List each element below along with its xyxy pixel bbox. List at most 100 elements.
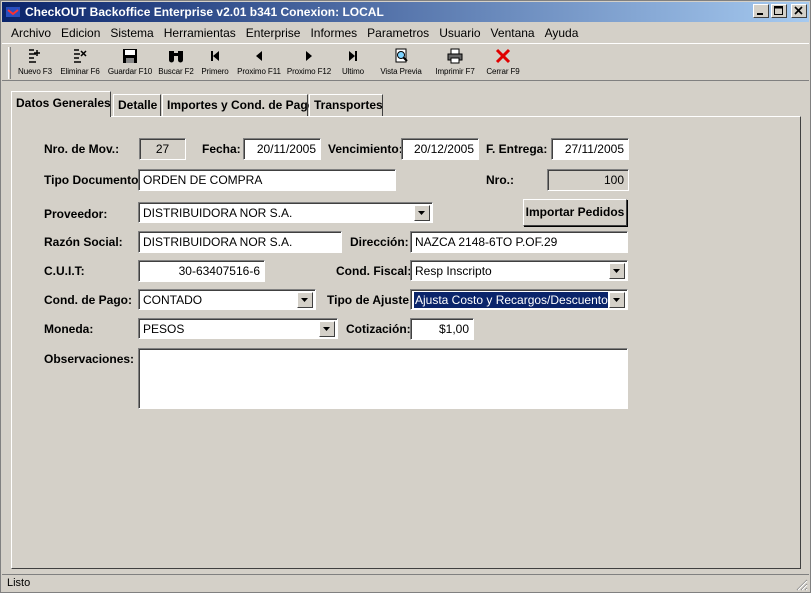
tipo-ajuste-label: Tipo de Ajuste: — [327, 293, 414, 307]
save-label: Guardar F10 — [107, 67, 153, 76]
cuit-field[interactable]: 30-63407516-6 — [138, 260, 265, 282]
fecha-entrega-label: F. Entrega: — [486, 142, 548, 156]
printer-icon — [447, 48, 463, 64]
window-title: CheckOUT Backoffice Enterprise v2.01 b34… — [25, 5, 384, 19]
direccion-field[interactable]: NAZCA 2148-6TO P.OF.29 — [410, 231, 628, 253]
tab-transportes[interactable]: Transportes — [309, 94, 383, 116]
status-text: Listo — [7, 577, 31, 589]
first-button[interactable]: Primero — [197, 44, 233, 80]
tipo-documento-field[interactable]: ORDEN DE COMPRA — [138, 169, 396, 191]
delete-icon — [74, 49, 87, 63]
delete-button[interactable]: Eliminar F6 — [55, 44, 105, 80]
menu-usuario[interactable]: Usuario — [434, 24, 485, 42]
fecha-label: Fecha: — [202, 142, 241, 156]
chevron-down-icon — [323, 327, 330, 331]
print-button[interactable]: Imprimir F7 — [429, 44, 481, 80]
prev-icon — [256, 51, 262, 61]
tab-datos-generales[interactable]: Datos Generales — [11, 91, 111, 117]
chevron-down-icon — [418, 211, 425, 215]
menu-herramientas[interactable]: Herramientas — [159, 24, 241, 42]
razon-social-label: Razón Social: — [44, 235, 123, 249]
tipo-ajuste-select[interactable]: Ajusta Costo y Recargos/Descuento — [410, 289, 628, 310]
cond-pago-label: Cond. de Pago: — [44, 293, 132, 307]
cond-fiscal-dropdown-button[interactable] — [609, 263, 625, 279]
menu-ayuda[interactable]: Ayuda — [540, 24, 584, 42]
app-icon — [5, 4, 21, 20]
exit-label: Cerrar F9 — [486, 67, 520, 76]
direccion-label: Dirección: — [350, 235, 409, 249]
preview-button[interactable]: Vista Previa — [373, 44, 429, 80]
minimize-button[interactable] — [753, 4, 769, 18]
resize-grip-icon[interactable] — [796, 579, 808, 591]
menu-bar: Archivo Edicion Sistema Herramientas Ent… — [2, 23, 809, 42]
print-label: Imprimir F7 — [435, 67, 475, 76]
proveedor-dropdown-button[interactable] — [414, 205, 430, 221]
delete-label: Eliminar F6 — [60, 67, 100, 76]
tab-detalle[interactable]: Detalle — [113, 94, 161, 116]
search-button[interactable]: Buscar F2 — [155, 44, 197, 80]
save-button[interactable]: Guardar F10 — [105, 44, 155, 80]
menu-ventana[interactable]: Ventana — [486, 24, 540, 42]
fecha-entrega-field[interactable]: 27/11/2005 — [551, 138, 629, 160]
close-icon — [794, 6, 803, 15]
last-button[interactable]: Ultimo — [333, 44, 373, 80]
new-button[interactable]: Nuevo F3 — [15, 44, 55, 80]
cotizacion-field[interactable]: $1,00 — [410, 318, 474, 340]
proveedor-label: Proveedor: — [44, 207, 108, 221]
search-label: Buscar F2 — [158, 67, 194, 76]
toolbar: Nuevo F3 Eliminar F6 Guardar F10 Buscar … — [2, 43, 809, 81]
chevron-down-icon — [613, 269, 620, 273]
close-button[interactable] — [791, 4, 807, 18]
previous-button[interactable]: Proximo F11 — [233, 44, 285, 80]
tipo-documento-label: Tipo Documento: — [44, 173, 143, 187]
fecha-field[interactable]: 20/11/2005 — [243, 138, 321, 160]
observaciones-textarea[interactable] — [138, 348, 628, 409]
cond-pago-select[interactable]: CONTADO — [138, 289, 316, 310]
nro-label: Nro.: — [486, 173, 514, 187]
tab-panel: Nro. de Mov.: 27 Fecha: 20/11/2005 Venci… — [11, 116, 801, 569]
save-icon — [123, 49, 137, 63]
tipo-ajuste-value: Ajusta Costo y Recargos/Descuento — [413, 291, 609, 309]
last-label: Ultimo — [341, 67, 365, 76]
cond-pago-value: CONTADO — [143, 293, 203, 307]
next-button[interactable]: Proximo F12 — [285, 44, 333, 80]
cond-fiscal-value: Resp Inscripto — [415, 264, 492, 278]
razon-social-field[interactable]: DISTRIBUIDORA NOR S.A. — [138, 231, 342, 253]
moneda-dropdown-button[interactable] — [319, 321, 335, 337]
maximize-button[interactable] — [771, 4, 787, 18]
cotizacion-label: Cotización: — [346, 322, 411, 336]
maximize-icon — [774, 6, 783, 15]
exit-button[interactable]: Cerrar F9 — [481, 44, 525, 80]
vencimiento-label: Vencimiento: — [328, 142, 403, 156]
menu-enterprise[interactable]: Enterprise — [241, 24, 306, 42]
proveedor-select[interactable]: DISTRIBUIDORA NOR S.A. — [138, 202, 433, 223]
cuit-label: C.U.I.T: — [44, 264, 85, 278]
importar-pedidos-button[interactable]: Importar Pedidos — [523, 199, 627, 226]
close-red-icon — [495, 48, 511, 64]
menu-sistema[interactable]: Sistema — [105, 24, 158, 42]
previous-label: Proximo F11 — [237, 67, 281, 76]
new-icon — [29, 49, 40, 63]
new-label: Nuevo F3 — [18, 67, 52, 76]
nro-mov-label: Nro. de Mov.: — [44, 142, 120, 156]
preview-icon — [395, 48, 408, 63]
tipo-ajuste-dropdown-button[interactable] — [609, 292, 625, 308]
last-icon — [349, 51, 357, 61]
cond-fiscal-label: Cond. Fiscal: — [336, 264, 412, 278]
menu-informes[interactable]: Informes — [305, 24, 362, 42]
cond-fiscal-select[interactable]: Resp Inscripto — [410, 260, 628, 281]
menu-edicion[interactable]: Edicion — [56, 24, 105, 42]
title-bar[interactable]: CheckOUT Backoffice Enterprise v2.01 b34… — [2, 2, 809, 22]
preview-label: Vista Previa — [380, 67, 422, 76]
status-bar: Listo — [2, 574, 809, 592]
menu-archivo[interactable]: Archivo — [6, 24, 56, 42]
moneda-value: PESOS — [143, 322, 185, 336]
toolbar-grip[interactable] — [8, 47, 11, 79]
main-window: CheckOUT Backoffice Enterprise v2.01 b34… — [0, 0, 811, 593]
next-icon — [306, 51, 312, 61]
moneda-select[interactable]: PESOS — [138, 318, 338, 339]
tab-importes[interactable]: Importes y Cond. de Pago — [162, 94, 315, 116]
menu-parametros[interactable]: Parametros — [362, 24, 434, 42]
vencimiento-field[interactable]: 20/12/2005 — [401, 138, 479, 160]
cond-pago-dropdown-button[interactable] — [297, 292, 313, 308]
